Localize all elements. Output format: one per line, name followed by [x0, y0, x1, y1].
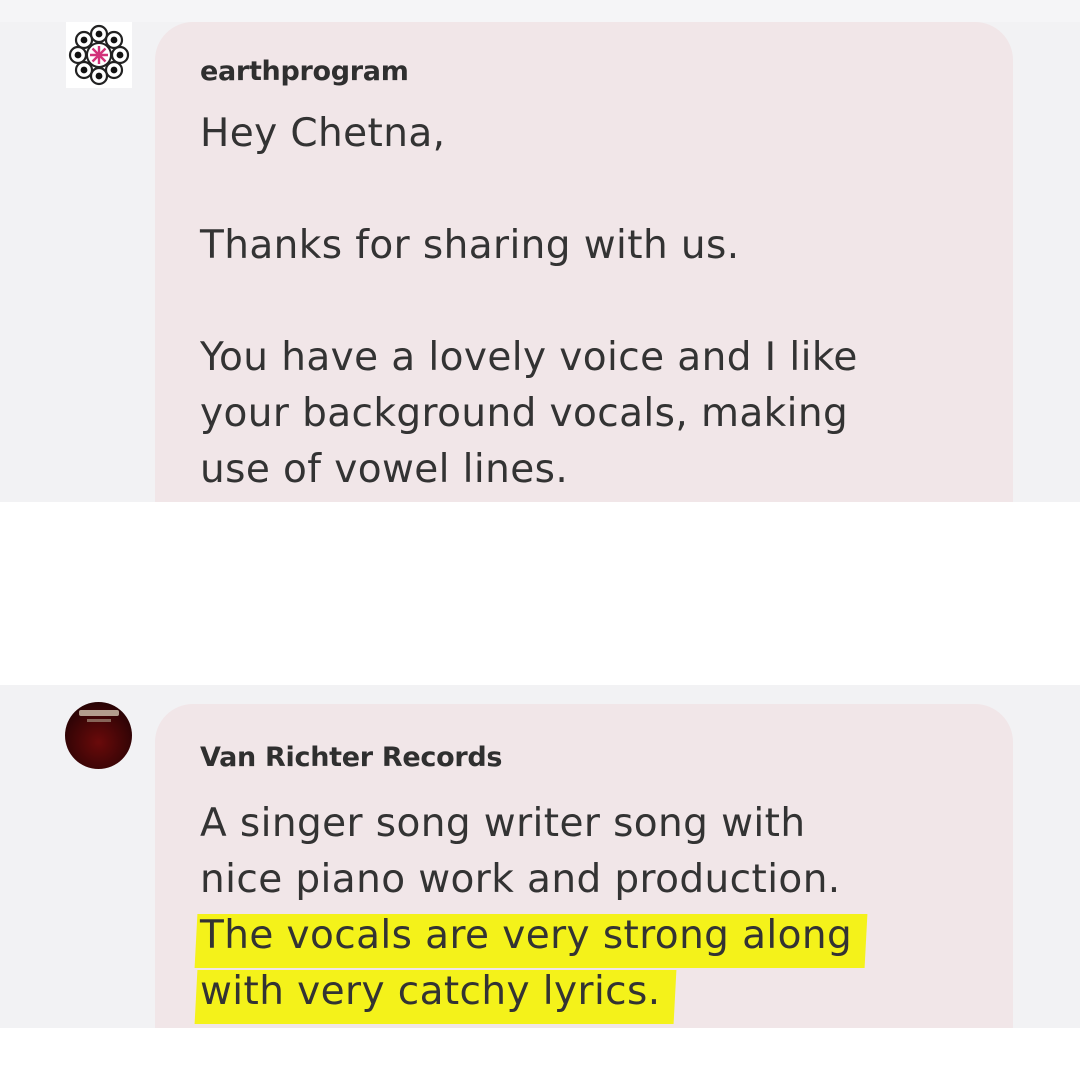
comment-line: You have a lovely voice and I like — [200, 335, 858, 380]
cover-title-mark — [79, 710, 119, 716]
comment-panel-2: Van Richter Records A singer song writer… — [0, 685, 1080, 1028]
cover-subtitle-mark — [87, 719, 111, 722]
comment-bubble: Van Richter Records A singer song writer… — [155, 704, 1013, 1028]
comment-text: Hey Chetna, Thanks for sharing with us. … — [200, 106, 858, 498]
mandala-flower-icon[interactable] — [66, 22, 132, 88]
comment-line: Hey Chetna, — [200, 111, 446, 156]
comment-line: use of vowel lines. — [200, 447, 569, 492]
comment-line: your background vocals, making — [200, 391, 849, 436]
comment-line: nice piano work and production. — [200, 857, 841, 902]
highlighted-line: The vocals are very strong along — [200, 908, 852, 964]
comment-author[interactable]: Van Richter Records — [200, 742, 502, 773]
comment-panel-1: earthprogram Hey Chetna, Thanks for shar… — [0, 0, 1080, 502]
comment-line: A singer song writer song with — [200, 801, 806, 846]
comment-text: A singer song writer song with nice pian… — [200, 796, 852, 1020]
comment-author[interactable]: earthprogram — [200, 56, 409, 87]
comment-bubble: earthprogram Hey Chetna, Thanks for shar… — [155, 22, 1013, 502]
comment-line — [200, 162, 858, 218]
highlighted-line: with very catchy lyrics. — [200, 964, 852, 1020]
comment-line — [200, 274, 858, 330]
top-strip — [0, 0, 1080, 22]
record-label-cover-icon[interactable] — [65, 702, 132, 769]
comment-line: Thanks for sharing with us. — [200, 223, 740, 268]
